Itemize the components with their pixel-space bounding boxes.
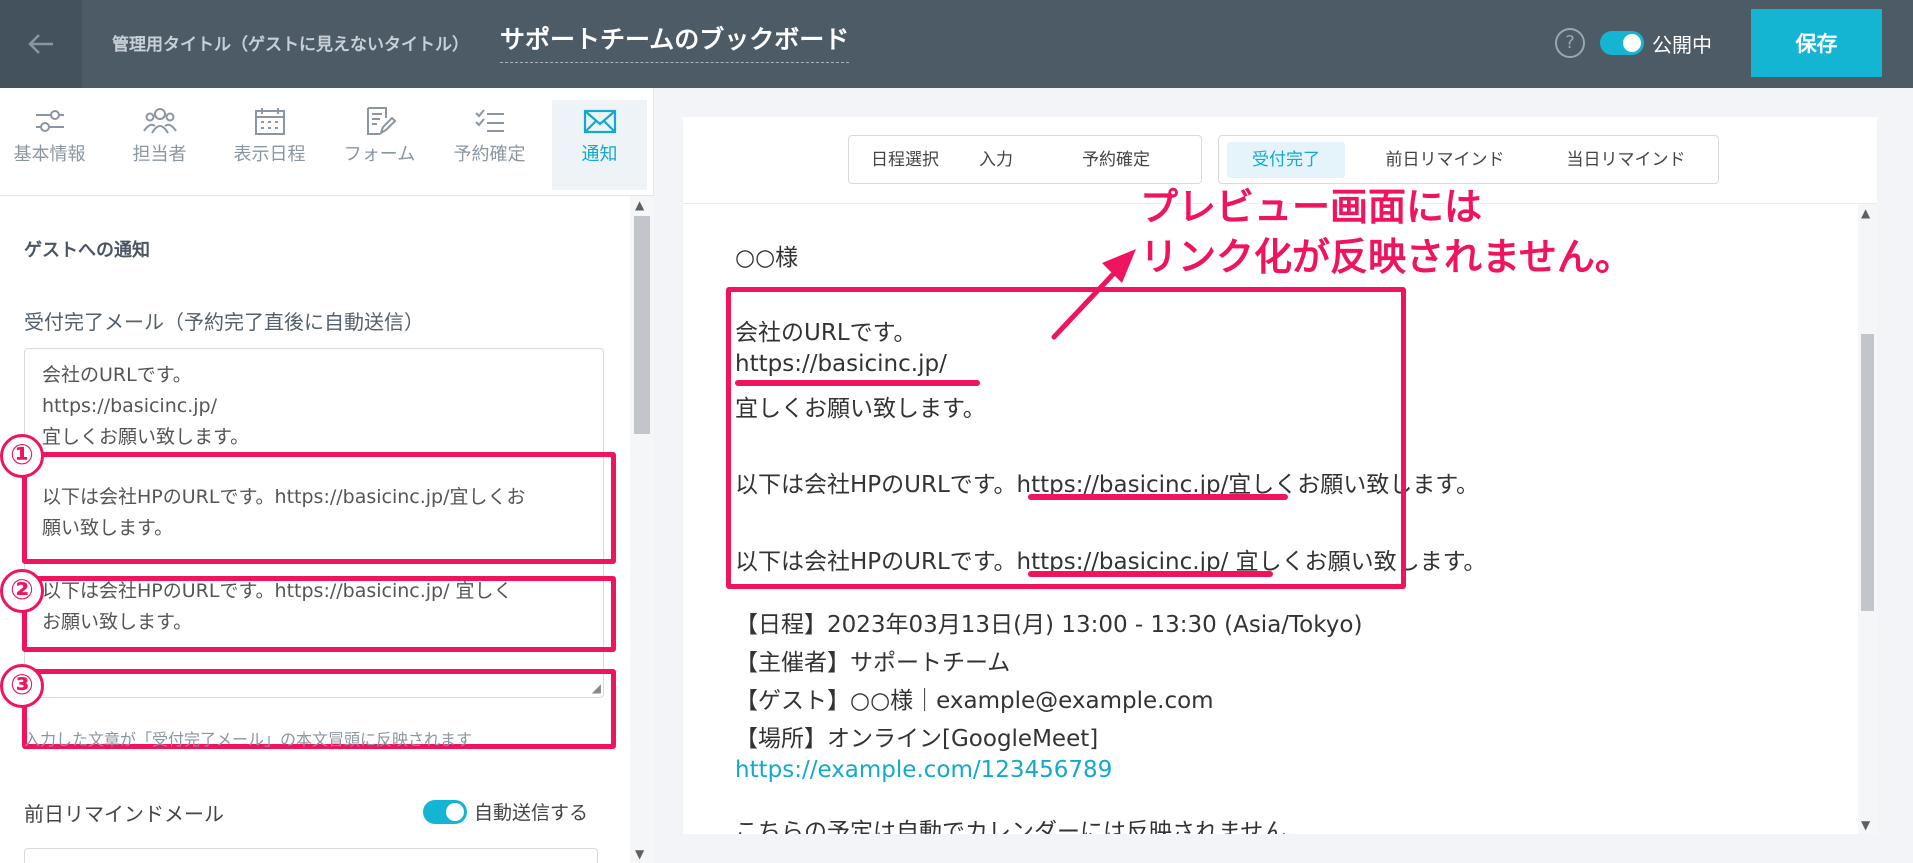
tab-label: 予約確定 xyxy=(453,144,526,165)
scroll-down-icon[interactable]: ▼ xyxy=(635,847,644,861)
highlight-box-2 xyxy=(22,576,616,652)
preview-tab-same-day-reminder[interactable]: 当日リマインド xyxy=(1541,142,1711,178)
settings-panel: 基本情報 担当者 表示日程 フォーム 予約確定 通知 ゲストへの通知 受付完了メ… xyxy=(0,88,654,863)
annotation-number-1: ① xyxy=(0,434,44,478)
auto-send-label: 自動送信する xyxy=(474,802,589,824)
reminder-textarea[interactable] xyxy=(24,848,598,863)
reminder-label: 前日リマインドメール xyxy=(24,802,224,826)
save-button[interactable]: 保存 xyxy=(1751,9,1882,77)
preview-tab-booking-confirm[interactable]: 予約確定 xyxy=(1039,142,1193,178)
preview-tab-received[interactable]: 受付完了 xyxy=(1227,142,1345,178)
email-preview: ○○様 会社のURLです。 https://basicinc.jp/ 宜しくお願… xyxy=(683,204,1858,834)
textarea-line: 宜しくお願い致します。 xyxy=(42,426,250,448)
tab-label: 表示日程 xyxy=(233,144,306,165)
notification-settings: ゲストへの通知 受付完了メール（予約完了直後に自動送信） ◢ 会社のURLです。… xyxy=(0,196,630,863)
annotation-number-2: ② xyxy=(0,569,44,613)
publish-status-label: 公開中 xyxy=(1652,33,1712,57)
tab-notification[interactable]: 通知 xyxy=(552,100,647,190)
settings-tabs: 基本情報 担当者 表示日程 フォーム 予約確定 通知 xyxy=(0,88,654,196)
preview-tab-input[interactable]: 入力 xyxy=(961,142,1031,178)
arrow-left-icon xyxy=(28,34,53,54)
help-icon[interactable]: ? xyxy=(1555,28,1585,58)
scroll-down-icon[interactable]: ▼ xyxy=(1861,818,1870,832)
publish-toggle[interactable] xyxy=(1600,31,1644,55)
tab-label: 担当者 xyxy=(132,144,187,165)
annotation-line: プレビュー画面には xyxy=(1140,185,1483,229)
back-button[interactable] xyxy=(0,0,82,88)
management-title-label: 管理用タイトル（ゲストに見えないタイトル） xyxy=(112,35,469,55)
tab-label: 通知 xyxy=(581,144,618,165)
tab-basic-info[interactable]: 基本情報 xyxy=(2,100,97,190)
underline-highlight xyxy=(735,380,980,386)
preview-line: こちらの予定は自動でカレンダーには反映されません。 xyxy=(735,819,1310,834)
people-icon xyxy=(142,108,177,134)
tab-booking-confirm[interactable]: 予約確定 xyxy=(442,100,537,190)
scroll-thumb[interactable] xyxy=(1861,334,1874,611)
tab-form[interactable]: フォーム xyxy=(332,100,427,190)
annotation-number-3: ③ xyxy=(0,664,44,708)
auto-send-toggle[interactable] xyxy=(423,800,467,824)
meeting-link[interactable]: https://example.com/123456789 xyxy=(735,757,1112,783)
toggle-knob xyxy=(446,803,464,821)
preview-line: ○○様 xyxy=(735,245,799,271)
preview-line: 【ゲスト】○○様｜example@example.com xyxy=(735,688,1214,714)
toggle-knob xyxy=(1623,34,1641,52)
tab-staff[interactable]: 担当者 xyxy=(112,100,207,190)
scroll-up-icon[interactable]: ▲ xyxy=(635,198,644,212)
highlight-box-1 xyxy=(22,452,616,564)
envelope-icon xyxy=(583,109,616,134)
board-title-input[interactable]: サポートチームのブックボード xyxy=(500,20,850,63)
textarea-hint: 入力した文章が「受付完了メール」の本文冒頭に反映されます xyxy=(24,730,473,749)
top-header: 管理用タイトル（ゲストに見えないタイトル） サポートチームのブックボード ? 公… xyxy=(0,0,1913,88)
preview-scrollbar[interactable]: ▲ ▼ xyxy=(1858,204,1877,834)
annotation-line: リンク化が反映されません。 xyxy=(1140,235,1633,279)
underline-highlight xyxy=(1028,571,1273,577)
preview-line: 【主催者】サポートチーム xyxy=(735,650,1011,676)
annotation-arrow-icon xyxy=(1051,249,1136,340)
preview-line: 【日程】2023年03月13日(月) 13:00 - 13:30 (Asia/T… xyxy=(735,612,1363,638)
tab-display-schedule[interactable]: 表示日程 xyxy=(222,100,317,190)
tab-label: フォーム xyxy=(343,144,416,165)
preview-tab-day-before-reminder[interactable]: 前日リマインド xyxy=(1355,142,1535,178)
textarea-line: https://basicinc.jp/ xyxy=(42,395,217,417)
textarea-line: 会社のURLです。 xyxy=(42,364,192,386)
checklist-icon xyxy=(474,109,504,132)
section-title: ゲストへの通知 xyxy=(24,240,150,261)
form-edit-icon xyxy=(366,107,396,136)
preview-tab-group-1: 日程選択 入力 予約確定 xyxy=(848,135,1202,184)
annotation-callout: プレビュー画面には リンク化が反映されません。 xyxy=(1140,182,1633,282)
calendar-icon xyxy=(254,108,285,135)
scroll-thumb[interactable] xyxy=(634,216,650,434)
preview-line: 【場所】オンライン[GoogleMeet] xyxy=(735,726,1099,752)
field-label: 受付完了メール（予約完了直後に自動送信） xyxy=(24,310,424,334)
scroll-up-icon[interactable]: ▲ xyxy=(1861,206,1870,220)
underline-highlight xyxy=(1028,494,1288,500)
preview-tab-group-2: 受付完了 前日リマインド 当日リマインド xyxy=(1218,135,1719,184)
left-scrollbar[interactable]: ▲ ▼ xyxy=(630,196,654,863)
sliders-icon xyxy=(35,110,64,132)
tab-label: 基本情報 xyxy=(13,144,86,165)
preview-tab-schedule[interactable]: 日程選択 xyxy=(857,142,953,178)
